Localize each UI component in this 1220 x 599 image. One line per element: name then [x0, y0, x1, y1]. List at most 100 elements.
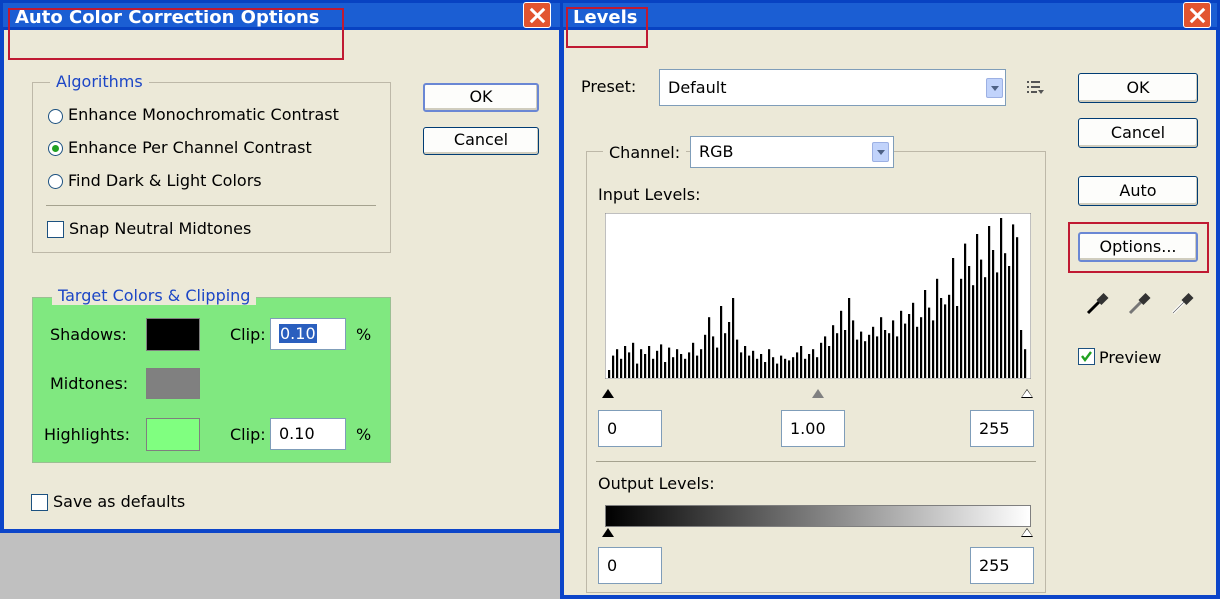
histogram-bar: [640, 349, 643, 378]
histogram-bar: [920, 317, 923, 378]
histogram-bar: [736, 339, 739, 378]
input-gamma-slider[interactable]: [812, 389, 824, 398]
white-eyedropper-icon[interactable]: [1168, 290, 1196, 318]
histogram-bar: [1004, 253, 1007, 378]
histogram-bar: [620, 358, 623, 378]
radio-label-monochromatic[interactable]: Enhance Monochromatic Contrast: [68, 105, 339, 124]
output-white-field[interactable]: 255: [970, 547, 1034, 584]
histogram-bar: [944, 304, 947, 378]
histogram-bar: [696, 355, 699, 378]
levels-divider: [596, 461, 1036, 462]
radio-monochromatic-contrast[interactable]: [48, 109, 63, 124]
histogram-bar: [980, 259, 983, 378]
histogram-bar: [668, 347, 671, 378]
preset-menu-icon[interactable]: [1026, 78, 1046, 96]
histogram-bar: [628, 352, 631, 378]
highlights-clip-value: 0.10: [279, 424, 315, 443]
levels-close-icon[interactable]: [1183, 2, 1211, 28]
radio-label-per-channel[interactable]: Enhance Per Channel Contrast: [68, 138, 312, 157]
snap-neutral-checkbox[interactable]: [47, 221, 64, 238]
histogram-bar: [912, 302, 915, 378]
histogram-bar: [884, 330, 887, 378]
auto-color-title: Auto Color Correction Options: [15, 7, 320, 28]
shadows-color-swatch[interactable]: [146, 318, 200, 351]
snap-neutral-label[interactable]: Snap Neutral Midtones: [69, 219, 251, 238]
histogram-bar: [608, 370, 611, 378]
histogram-bar: [896, 336, 899, 378]
channel-select[interactable]: RGB: [690, 136, 894, 168]
shadows-clip-label: Clip:: [230, 325, 266, 344]
histogram-bar: [968, 266, 971, 378]
shadows-label: Shadows:: [50, 325, 127, 344]
levels-options-button[interactable]: Options...: [1078, 232, 1198, 262]
histogram-bar: [644, 354, 647, 378]
channel-chevron-down-icon[interactable]: [872, 142, 889, 162]
histogram-bar: [708, 317, 711, 378]
histogram-bar: [876, 336, 879, 378]
input-levels-label: Input Levels:: [598, 185, 701, 204]
histogram-bar: [760, 354, 763, 378]
target-colors-legend: Target Colors & Clipping: [52, 286, 257, 305]
input-black-slider[interactable]: [602, 389, 614, 398]
preview-checkbox[interactable]: [1078, 348, 1095, 365]
histogram-bar: [940, 298, 943, 378]
highlights-clip-label: Clip:: [230, 425, 266, 444]
chevron-down-icon[interactable]: [986, 78, 1003, 98]
histogram-bar: [704, 334, 707, 378]
histogram-bar: [956, 306, 959, 378]
histogram-bar: [632, 342, 635, 378]
histogram-bar: [872, 326, 875, 378]
radio-per-channel-contrast[interactable]: [48, 141, 63, 156]
histogram-bar: [676, 349, 679, 378]
highlights-color-swatch[interactable]: [146, 418, 200, 451]
close-icon[interactable]: [523, 2, 551, 28]
histogram-bar: [636, 363, 639, 378]
output-white-slider[interactable]: [1021, 528, 1033, 537]
levels-cancel-button[interactable]: Cancel: [1078, 118, 1198, 148]
histogram-bar: [1024, 349, 1027, 378]
auto-color-titlebar[interactable]: Auto Color Correction Options: [0, 0, 563, 30]
histogram-bar: [712, 336, 715, 378]
input-gamma-field[interactable]: 1.00: [781, 410, 845, 447]
save-defaults-checkbox[interactable]: [31, 494, 48, 511]
histogram-bar: [892, 320, 895, 378]
auto-color-cancel-button[interactable]: Cancel: [423, 127, 539, 155]
output-black-value: 0: [607, 556, 618, 575]
levels-auto-button[interactable]: Auto: [1078, 176, 1198, 206]
levels-titlebar[interactable]: Levels: [560, 0, 1220, 30]
preview-label[interactable]: Preview: [1099, 348, 1161, 367]
histogram-bar: [780, 355, 783, 378]
histogram-bar: [740, 352, 743, 378]
histogram-bar: [784, 358, 787, 378]
input-white-field[interactable]: 255: [970, 410, 1034, 447]
output-black-field[interactable]: 0: [598, 547, 662, 584]
shadows-clip-value: 0.10: [279, 324, 317, 343]
input-black-field[interactable]: 0: [598, 410, 662, 447]
histogram-bar: [916, 326, 919, 378]
algorithms-divider: [46, 205, 376, 206]
histogram-bar: [816, 357, 819, 378]
output-gradient-bar: [605, 505, 1031, 527]
input-white-slider[interactable]: [1021, 389, 1033, 398]
histogram-bar: [964, 243, 967, 378]
midtones-color-swatch[interactable]: [146, 368, 200, 399]
auto-color-ok-button[interactable]: OK: [423, 83, 539, 112]
histogram-bar: [720, 306, 723, 378]
histogram-bar: [960, 278, 963, 378]
black-eyedropper-icon[interactable]: [1083, 290, 1111, 318]
output-black-slider[interactable]: [602, 528, 614, 537]
algorithms-legend: Algorithms: [50, 72, 149, 91]
highlights-label: Highlights:: [44, 425, 130, 444]
save-defaults-label[interactable]: Save as defaults: [53, 492, 185, 511]
shadows-clip-input[interactable]: 0.10: [270, 318, 346, 350]
histogram-bar: [988, 226, 991, 378]
radio-label-dark-light[interactable]: Find Dark & Light Colors: [68, 171, 262, 190]
preset-select[interactable]: Default: [659, 69, 1006, 106]
histogram-bar: [856, 339, 859, 378]
levels-ok-button[interactable]: OK: [1078, 73, 1198, 103]
histogram-bar: [756, 358, 759, 378]
radio-dark-light-colors[interactable]: [48, 174, 63, 189]
highlights-clip-input[interactable]: 0.10: [270, 418, 346, 450]
gray-eyedropper-icon[interactable]: [1125, 290, 1153, 318]
histogram-bar: [848, 298, 851, 378]
